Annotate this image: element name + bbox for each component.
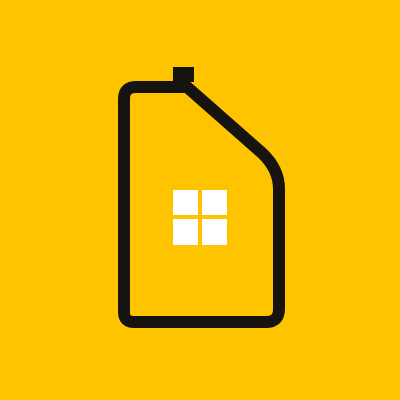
window-pane-top-left bbox=[173, 190, 198, 215]
logo-background bbox=[0, 0, 400, 400]
bottle-cap-icon bbox=[173, 67, 194, 82]
window-pane-top-right bbox=[202, 190, 227, 215]
window-pane-bottom-right bbox=[202, 219, 227, 245]
house-bottle-logo bbox=[0, 0, 400, 400]
window-pane-bottom-left bbox=[173, 219, 198, 245]
logo-canvas bbox=[0, 0, 400, 400]
